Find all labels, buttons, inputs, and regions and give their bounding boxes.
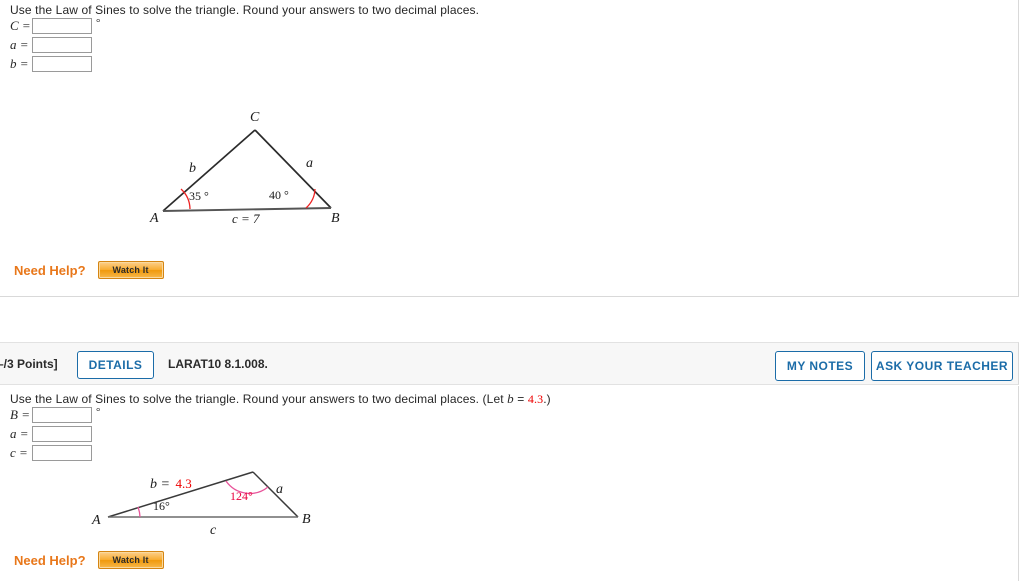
answer-input-a[interactable] (32, 37, 92, 53)
answer-input-c2[interactable] (32, 445, 92, 461)
problem-2-prompt-value: 4.3 (527, 392, 544, 406)
answer-label-a2: a = (10, 426, 29, 441)
triangle-2-side-c-label: c (210, 523, 217, 538)
triangle-1-side-b-line (162, 129, 256, 212)
points-text: –/3 Points] (0, 357, 58, 371)
triangle-1-vertex-C: C (250, 110, 260, 125)
triangle-2-vertex-A: A (91, 513, 101, 528)
problem-2-prompt-part2: .) (543, 392, 551, 406)
triangle-1-side-c-label: c = 7 (232, 211, 260, 226)
need-help-label-2: Need Help? (14, 552, 86, 568)
need-help-block-2: Need Help? Watch It (14, 551, 164, 569)
problem-2-prompt-part1: Use the Law of Sines to solve the triang… (10, 392, 508, 406)
watch-it-button-1[interactable]: Watch It (97, 261, 164, 279)
answer-input-B2[interactable] (32, 407, 92, 423)
answer-label-b: b = (10, 56, 29, 71)
my-notes-button[interactable]: MY NOTES (775, 351, 865, 381)
answer-row-B2: B = ° (10, 405, 100, 425)
answer-input-C[interactable] (32, 18, 92, 34)
answer-label-C: C = (10, 18, 31, 33)
triangle-1-vertex-B: B (331, 211, 340, 226)
answer-input-a2[interactable] (32, 426, 92, 442)
answer-row-c2: c = (10, 443, 92, 463)
answer-row-a: a = (10, 35, 92, 55)
question-panel-1: Use the Law of Sines to solve the triang… (0, 0, 1019, 297)
triangle-2-angle-A-label: 16° (153, 499, 170, 513)
triangle-1-angle-B-label: 40 ° (269, 188, 289, 202)
problem-2-prompt-var: b (507, 391, 514, 406)
degree-symbol-C: ° (96, 16, 101, 29)
triangle-2-side-a-label: a (276, 482, 283, 497)
triangle-2-angle-arc-A (137, 506, 141, 518)
watch-it-button-2[interactable]: Watch It (97, 551, 164, 569)
question-panel-2: Use the Law of Sines to solve the triang… (0, 386, 1019, 581)
triangle-2-side-b-value: 4.3 (175, 476, 191, 491)
triangle-2-vertex-B: B (302, 512, 311, 527)
problem-2-prompt-eq: = (513, 392, 528, 406)
triangle-figure-1: A B C b a c = 7 35 ° 40 ° (149, 110, 340, 226)
answer-label-a: a = (10, 37, 29, 52)
assignment-code: LARAT10 8.1.008. (168, 357, 268, 371)
triangle-2-side-b-label: b = 4.3 (150, 476, 192, 492)
degree-symbol-B2: ° (96, 405, 101, 418)
answer-label-c2: c = (10, 445, 28, 460)
triangle-2-angle-C-label: 124° (230, 489, 253, 503)
details-button[interactable]: DETAILS (77, 351, 154, 379)
answer-row-C: C = ° (10, 16, 100, 36)
answer-row-a2: a = (10, 424, 92, 444)
triangle-1-side-a-label: a (306, 156, 313, 171)
answer-row-b: b = (10, 54, 92, 74)
need-help-label-1: Need Help? (14, 262, 86, 278)
answer-label-B2: B = (10, 407, 30, 422)
problem-1-prompt: Use the Law of Sines to solve the triang… (10, 3, 480, 17)
triangle-1-side-b-label: b (189, 161, 196, 176)
answer-input-b[interactable] (32, 56, 92, 72)
triangle-1-side-a-line (254, 129, 332, 209)
triangle-2-side-b-name: b = (150, 477, 173, 492)
question-meta-bar: –/3 Points] DETAILS LARAT10 8.1.008. MY … (0, 342, 1019, 385)
triangle-1-vertex-A: A (149, 211, 159, 226)
triangle-1-angle-A-label: 35 ° (189, 189, 209, 203)
need-help-block-1: Need Help? Watch It (14, 261, 164, 279)
triangle-1-angle-arc-B (305, 188, 316, 209)
triangle-figure-2: A B C b = 4.3 a c 16° 124° (91, 466, 311, 538)
ask-your-teacher-button[interactable]: ASK YOUR TEACHER (871, 351, 1013, 381)
triangle-2-vertex-C: C (247, 466, 257, 469)
